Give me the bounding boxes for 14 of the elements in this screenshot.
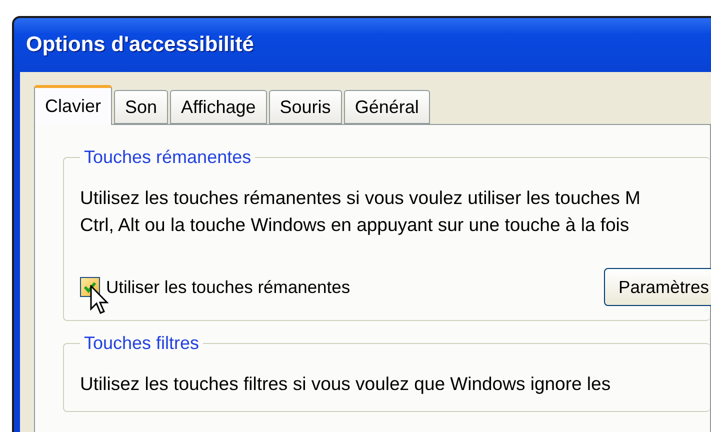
check-icon — [83, 280, 97, 294]
description-text: Utilisez les touches rémanentes si vous voulez utiliser les touches M — [80, 186, 642, 210]
description-text: Utilisez les touches filtres si vous voulez que Windows ignore les — [80, 372, 612, 396]
checkbox-label[interactable]: Utiliser les touches rémanentes — [106, 276, 350, 298]
tab[interactable]: Général — [344, 90, 430, 124]
group-title: Touches rémanentes — [83, 147, 252, 168]
description-text: Ctrl, Alt ou la touche Windows en appuyant sur une touche à la fois — [80, 213, 630, 237]
group-title: Touches filtres — [83, 333, 200, 354]
tab[interactable]: Son — [114, 90, 168, 124]
tab[interactable]: Clavier — [34, 85, 112, 125]
window-title: Options d'accessibilité — [26, 33, 254, 57]
tab[interactable]: Souris — [268, 90, 342, 124]
settings-button[interactable]: Paramètres — [604, 268, 711, 306]
tab[interactable]: Affichage — [170, 90, 267, 124]
